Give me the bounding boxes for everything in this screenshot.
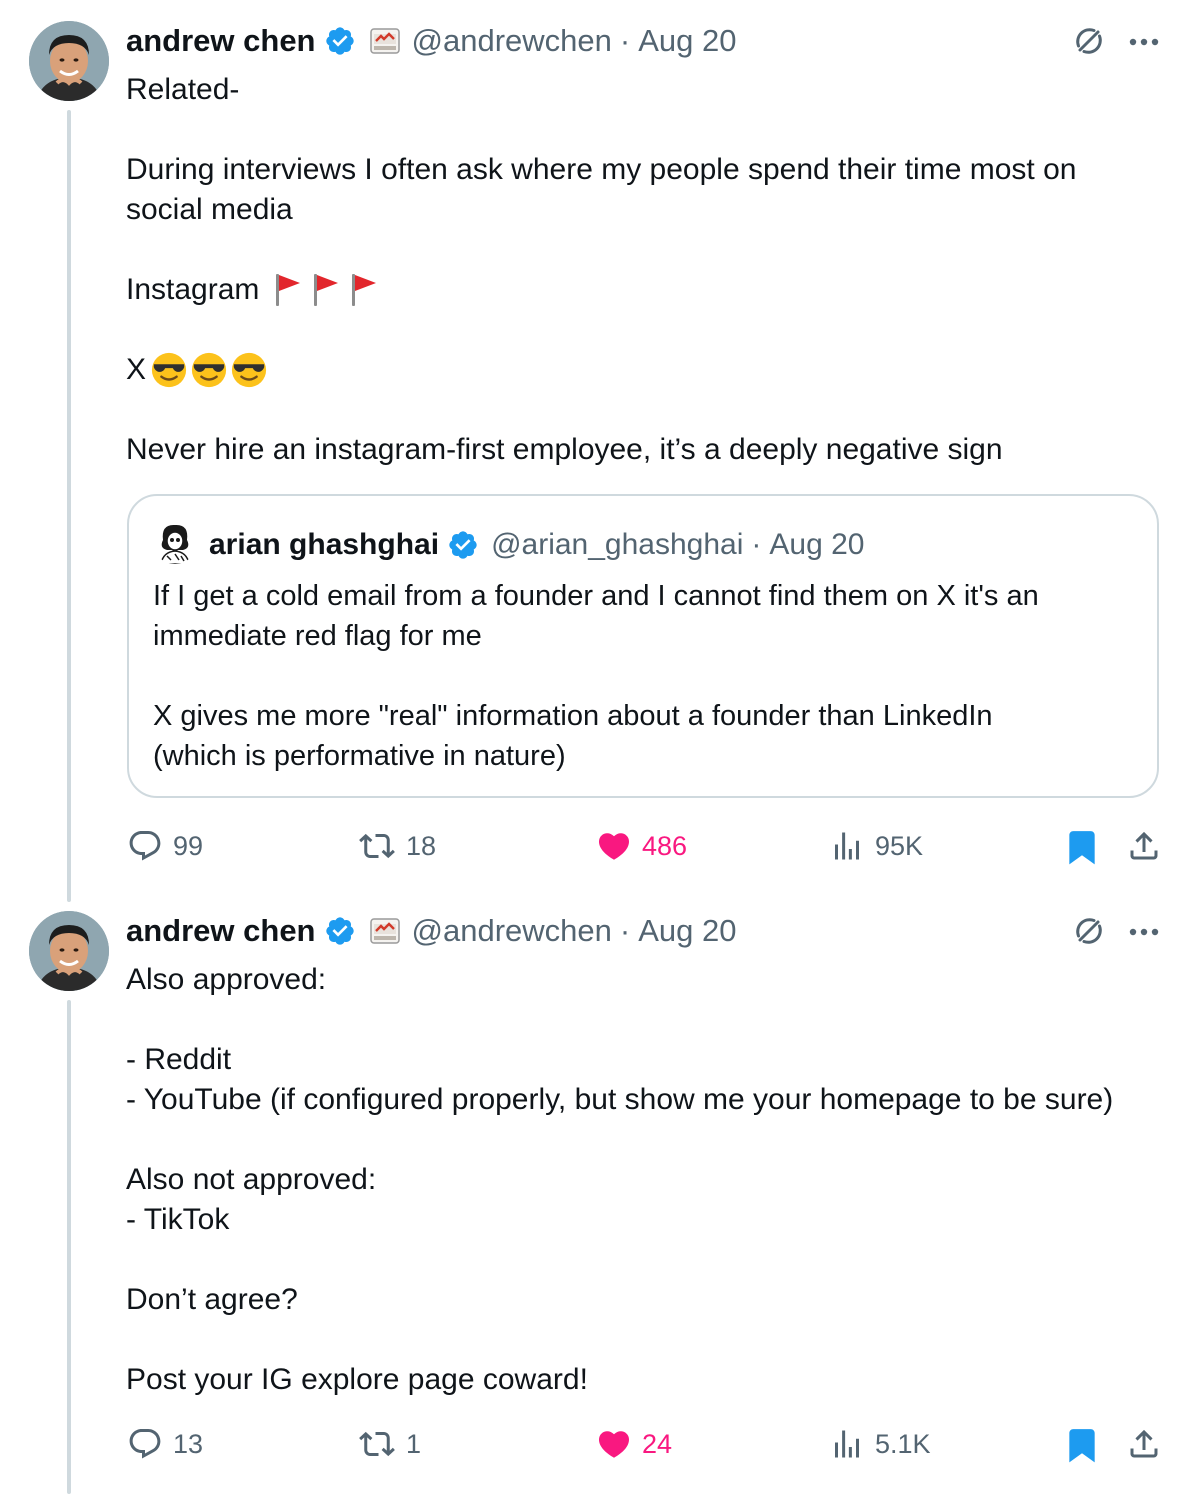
sunglasses-face-icon <box>230 351 268 389</box>
verified-badge-icon[interactable] <box>324 25 356 57</box>
repost-button[interactable]: 18 <box>358 828 436 864</box>
quoted-avatar[interactable] <box>153 520 197 564</box>
author-handle[interactable]: @andrewchen <box>412 913 612 949</box>
reply-button[interactable]: 13 <box>127 1426 203 1462</box>
red-flag-icon <box>311 272 341 308</box>
tweet-text-never: Never hire an instagram-first employee, … <box>126 433 1003 466</box>
author-name[interactable]: andrew chen <box>126 913 316 949</box>
verified-badge-icon[interactable] <box>324 915 356 947</box>
quoted-tweet-card[interactable]: arian ghashghai @arian_ghashghai · Aug 2… <box>127 494 1159 798</box>
reply-count: 13 <box>173 1428 204 1459</box>
affiliate-badge-icon[interactable] <box>370 28 400 54</box>
quoted-header: arian ghashghai @arian_ghashghai · Aug 2… <box>209 525 864 565</box>
heart-icon <box>596 828 632 864</box>
reply-button[interactable]: 99 <box>127 828 203 864</box>
views-button[interactable]: 5.1K <box>829 1426 931 1462</box>
thread-line <box>67 1000 71 1494</box>
separator-dot: · <box>751 528 762 561</box>
red-flag-icon <box>273 272 303 308</box>
share-icon[interactable] <box>1126 828 1162 864</box>
bookmark-icon[interactable] <box>1063 1426 1101 1464</box>
affiliate-badge-icon[interactable] <box>370 918 400 944</box>
repost-icon <box>358 828 396 864</box>
bookmark-icon[interactable] <box>1063 828 1101 866</box>
verified-badge-icon[interactable] <box>447 529 479 561</box>
like-count: 24 <box>642 1428 673 1459</box>
separator-dot: · <box>619 913 631 948</box>
quoted-text: If I get a cold email from a founder and… <box>153 580 1039 772</box>
repost-button[interactable]: 1 <box>358 1426 421 1462</box>
views-icon <box>829 1426 865 1462</box>
red-flags <box>273 272 379 308</box>
grok-icon[interactable] <box>1072 914 1106 948</box>
red-flag-icon <box>349 272 379 308</box>
tweet-text-related: Related- <box>126 73 240 106</box>
reply-icon <box>127 828 163 864</box>
heart-icon <box>596 1426 632 1462</box>
repost-count: 1 <box>406 1428 422 1459</box>
quoted-author-handle[interactable]: @arian_ghashghai <box>491 528 743 562</box>
thread-line <box>67 110 71 902</box>
tweet-header: andrew chen @andrewchen · Aug 20 <box>126 21 736 61</box>
share-icon[interactable] <box>1126 1426 1162 1462</box>
separator-dot: · <box>619 23 631 58</box>
x-label: X <box>126 353 147 386</box>
sunglasses-emojis <box>150 351 268 389</box>
views-button[interactable]: 95K <box>829 828 923 864</box>
grok-icon[interactable] <box>1072 24 1106 58</box>
more-options-icon[interactable] <box>1128 927 1160 937</box>
like-count: 486 <box>642 830 688 861</box>
author-handle[interactable]: @andrewchen <box>412 23 612 59</box>
avatar[interactable] <box>29 21 109 101</box>
instagram-label: Instagram <box>126 273 260 306</box>
like-button[interactable]: 24 <box>596 1426 672 1462</box>
views-icon <box>829 828 865 864</box>
avatar[interactable] <box>29 911 109 991</box>
quoted-author-name[interactable]: arian ghashghai <box>209 528 439 562</box>
tweet-line-x: X <box>126 350 1166 390</box>
quoted-date[interactable]: Aug 20 <box>769 528 864 562</box>
tweet-header: andrew chen @andrewchen · Aug 20 <box>126 911 736 951</box>
author-name[interactable]: andrew chen <box>126 23 316 59</box>
reply-icon <box>127 1426 163 1462</box>
more-options-icon[interactable] <box>1128 37 1160 47</box>
tweet-text: Also approved: - Reddit - YouTube (if co… <box>126 963 1114 1396</box>
like-button[interactable]: 486 <box>596 828 687 864</box>
view-count: 5.1K <box>875 1428 931 1459</box>
view-count: 95K <box>875 830 924 861</box>
post-date[interactable]: Aug 20 <box>638 913 736 949</box>
repost-count: 18 <box>406 830 437 861</box>
repost-icon <box>358 1426 396 1462</box>
post-date[interactable]: Aug 20 <box>638 23 736 59</box>
tweet-line-instagram: Instagram <box>126 270 1166 310</box>
sunglasses-face-icon <box>150 351 188 389</box>
reply-count: 99 <box>173 830 204 861</box>
tweet-text-interviews: During interviews I often ask where my p… <box>126 153 1077 226</box>
sunglasses-face-icon <box>190 351 228 389</box>
